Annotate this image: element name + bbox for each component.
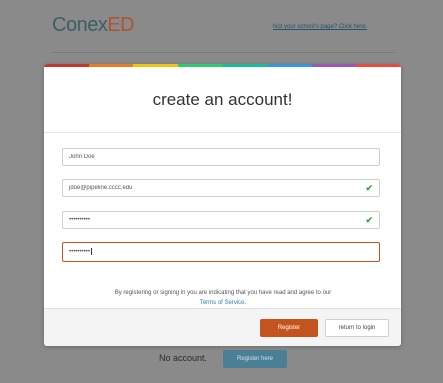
terms-text: By registering or signing in you are ind… [114,290,332,296]
modal-footer: Register return to login [44,308,401,346]
return-to-login-button[interactable]: return to login [325,319,389,337]
modal-title: create an account! [152,89,293,109]
checkmark-icon: ✔ [365,182,373,193]
not-your-school-link[interactable]: Not your school's page? Click here. [273,24,367,30]
email-field[interactable]: jdoe@pipeline.cccc.edu ✔ [62,179,380,197]
name-field-value: John Doe [69,154,95,160]
rainbow-segment [356,64,401,67]
rainbow-segment [311,64,357,67]
register-here-button[interactable]: Register here [223,350,287,368]
rainbow-segment [133,64,178,67]
no-account-label: No account. [159,353,208,363]
checkmark-icon: ✔ [365,214,373,225]
terms-suffix: . [244,300,247,306]
logo-text-main: Conex [52,14,108,36]
logo-text-accent: ED [107,14,135,36]
confirm-password-field-value: •••••••••• [69,248,93,256]
rainbow-segment [44,64,89,67]
terms-notice: By registering or signing in you are ind… [62,288,384,308]
email-field-value: jdoe@pipeline.cccc.edu [69,185,133,191]
password-field[interactable]: •••••••••• ✔ [62,211,380,229]
rainbow-bar [44,64,401,67]
rainbow-segment [177,64,223,67]
rainbow-segment [267,64,312,67]
header-divider [52,52,395,53]
rainbow-segment [88,64,134,67]
password-field-value: •••••••••• [69,217,91,223]
create-account-modal: create an account! John Doe jdoe@pipelin… [44,64,401,346]
modal-header: create an account! [44,67,401,133]
conexed-logo: ConexED [52,14,135,37]
text-caret [91,248,93,256]
register-button[interactable]: Register [260,319,318,337]
rainbow-segment [222,64,268,67]
name-field[interactable]: John Doe [62,148,380,166]
confirm-password-field[interactable]: •••••••••• [62,242,380,262]
terms-of-service-link[interactable]: Terms of Service [200,300,245,306]
